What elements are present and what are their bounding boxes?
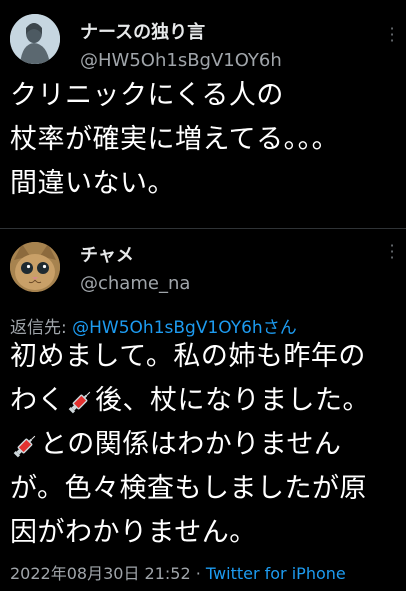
tweet-reply[interactable]: チャメ @chame_na · · · 返信先: @HW5Oh1sBgV1OY6hさ…	[0, 228, 406, 591]
tweet-text-segment: 後、杖になりました。	[95, 385, 370, 416]
tweet-text-line: クリニックにくる人の	[10, 80, 284, 111]
tweet-text-line: 間違いない。	[10, 168, 175, 199]
tweet-text-line: 初めまして。私の姉も昨年の	[10, 341, 366, 372]
tweet-text-segment: わく	[10, 385, 65, 416]
user-handle[interactable]: @HW5Oh1sBgV1OY6h	[80, 50, 282, 71]
more-options-icon[interactable]: · · ·	[386, 238, 398, 266]
source-link[interactable]: Twitter for iPhone	[206, 564, 346, 583]
kitten-avatar-icon[interactable]	[10, 242, 60, 292]
display-name[interactable]: ナースの独り言	[80, 18, 205, 44]
tweet-text-segment: との関係はわかりません	[40, 429, 342, 460]
tweet-text-line: が。色々検査もしましたが原	[10, 473, 367, 504]
syringe-emoji-icon	[65, 387, 95, 417]
timestamp[interactable]: 2022年08月30日 21:52	[10, 564, 191, 583]
nightingale-avatar-icon[interactable]	[10, 14, 60, 64]
tweet-text: クリニックにくる人の 杖率が確実に増えてる。。。 間違いない。	[10, 74, 400, 206]
more-options-icon[interactable]: · · ·	[386, 21, 398, 49]
separator: ·	[195, 564, 201, 583]
tweet-text-line: 杖率が確実に増えてる。。。	[10, 124, 340, 155]
user-handle[interactable]: @chame_na	[80, 273, 190, 294]
tweet-text-line: 因がわかりません。	[10, 517, 257, 548]
tweet-text-line: わく 後、杖になりました。	[10, 379, 400, 423]
syringe-emoji-icon	[10, 431, 40, 461]
display-name[interactable]: チャメ	[80, 241, 134, 267]
tweet-original[interactable]: ナースの独り言 @HW5Oh1sBgV1OY6h · · · クリニックにくる人の …	[0, 0, 406, 222]
tweet-metadata: 2022年08月30日 21:52 · Twitter for iPhone	[10, 560, 346, 584]
tweet-text-line: との関係はわかりません	[10, 423, 400, 467]
tweet-text: 初めまして。私の姉も昨年の わく 後、杖になりました。 との関係はわかりません …	[10, 335, 400, 555]
